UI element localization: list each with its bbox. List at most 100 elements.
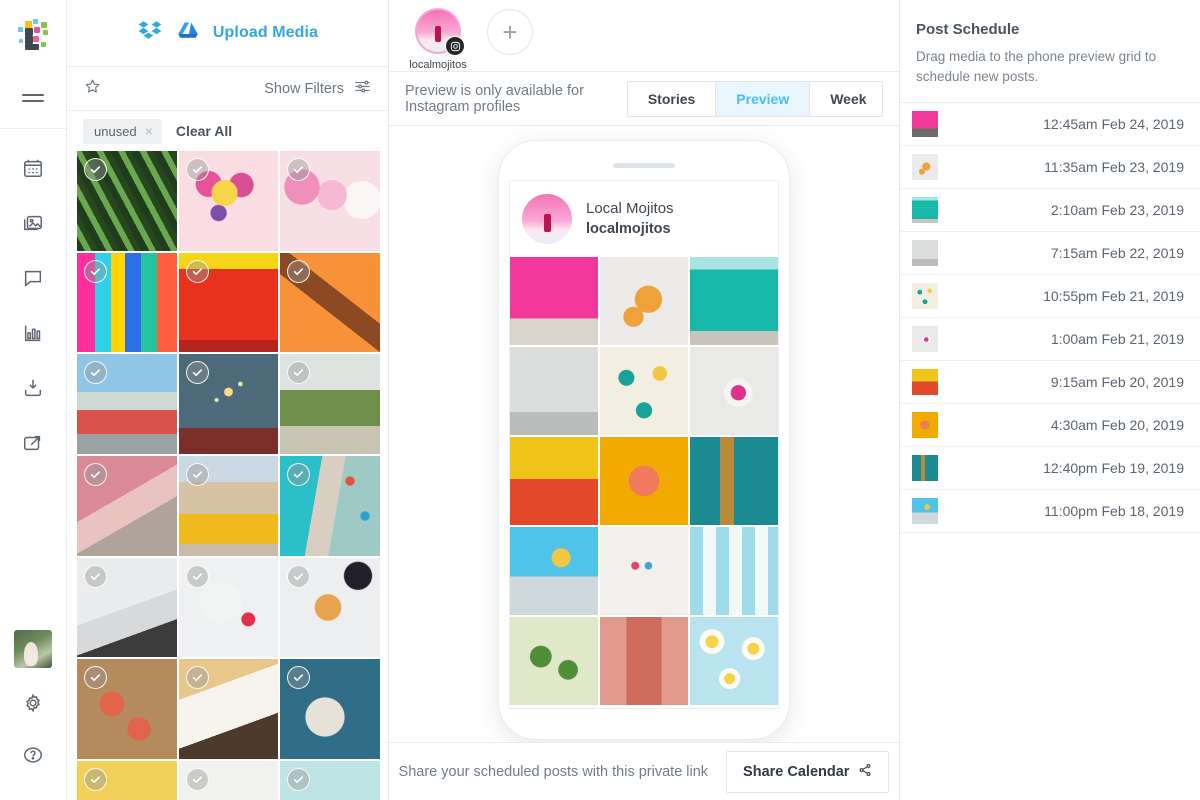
preview-grid-cell[interactable] (600, 617, 688, 705)
selected-check-icon[interactable] (185, 666, 209, 690)
schedule-row[interactable]: 2:10am Feb 23, 2019 (900, 189, 1200, 233)
tab-week[interactable]: Week (810, 81, 882, 116)
schedule-thumbnail[interactable] (912, 326, 938, 353)
media-thumbnail[interactable] (280, 557, 380, 658)
schedule-thumbnail[interactable] (912, 455, 938, 482)
menu-toggle-button[interactable] (0, 67, 66, 129)
media-thumbnail[interactable] (178, 252, 279, 353)
media-thumbnail[interactable] (77, 456, 177, 556)
media-thumbnail[interactable] (77, 151, 177, 251)
preview-grid-cell[interactable] (510, 257, 598, 345)
papaya-on-yellow-image (600, 437, 688, 525)
google-drive-icon[interactable] (176, 19, 200, 48)
media-thumbnail[interactable] (77, 659, 177, 760)
blue-mural-room-image (510, 527, 598, 615)
media-thumbnail[interactable] (77, 354, 177, 455)
sidebar-item-calendar[interactable] (16, 151, 50, 185)
media-thumbnail[interactable] (280, 761, 380, 800)
media-thumbnail[interactable] (178, 456, 279, 556)
selected-check-icon[interactable] (84, 768, 107, 792)
preview-grid-cell[interactable] (690, 257, 778, 345)
preview-grid-cell[interactable] (510, 347, 598, 435)
tab-preview[interactable]: Preview (716, 81, 811, 116)
preview-grid-cell[interactable] (510, 617, 598, 705)
media-thumbnail[interactable] (178, 151, 279, 251)
close-icon[interactable]: × (145, 124, 153, 138)
selected-check-icon[interactable] (185, 463, 209, 487)
preview-grid-cell[interactable] (510, 527, 598, 615)
schedule-row[interactable]: 12:40pm Feb 19, 2019 (900, 447, 1200, 491)
selected-check-icon[interactable] (84, 564, 107, 588)
media-thumbnail[interactable] (280, 659, 380, 760)
media-thumbnail[interactable] (280, 456, 380, 556)
selected-check-icon[interactable] (185, 361, 209, 385)
schedule-thumbnail[interactable] (912, 240, 938, 267)
sidebar-item-collect[interactable] (16, 371, 50, 405)
schedule-thumbnail[interactable] (912, 111, 938, 138)
media-thumbnail[interactable] (178, 659, 279, 760)
schedule-row[interactable]: 10:55pm Feb 21, 2019 (900, 275, 1200, 319)
app-logo[interactable] (0, 0, 66, 67)
sidebar-item-settings[interactable] (16, 686, 50, 720)
tab-stories[interactable]: Stories (627, 81, 717, 116)
filter-chip-unused[interactable]: unused × (83, 118, 162, 144)
upload-media-bar[interactable]: Upload Media (67, 0, 388, 67)
schedule-thumbnail[interactable] (912, 498, 938, 525)
selected-check-icon[interactable] (287, 259, 311, 283)
selected-check-icon[interactable] (84, 463, 107, 487)
preview-grid-cell[interactable] (600, 347, 688, 435)
preview-grid-cell[interactable] (510, 437, 598, 525)
selected-check-icon[interactable] (185, 259, 209, 283)
add-profile-button[interactable]: + (487, 9, 533, 55)
media-thumbnail[interactable] (178, 354, 279, 455)
schedule-thumbnail[interactable] (912, 412, 938, 439)
preview-grid-cell[interactable] (600, 437, 688, 525)
sidebar-item-help[interactable] (16, 738, 50, 772)
media-thumbnail[interactable] (77, 252, 177, 353)
media-thumbnail[interactable] (280, 354, 380, 455)
sidebar-item-media[interactable] (16, 206, 50, 240)
selected-check-icon[interactable] (84, 158, 107, 181)
clear-all-button[interactable]: Clear All (176, 123, 232, 139)
sliders-icon[interactable] (353, 77, 372, 101)
preview-grid-cell[interactable] (600, 257, 688, 345)
media-thumbnail[interactable] (178, 557, 279, 658)
share-calendar-button[interactable]: Share Calendar (726, 750, 890, 793)
selected-check-icon[interactable] (84, 259, 107, 283)
dropbox-icon[interactable] (137, 18, 163, 49)
schedule-row[interactable]: 11:35am Feb 23, 2019 (900, 146, 1200, 190)
schedule-thumbnail[interactable] (912, 197, 938, 224)
preview-grid-cell[interactable] (690, 617, 778, 705)
schedule-thumbnail[interactable] (912, 369, 938, 396)
preview-grid-cell[interactable] (690, 527, 778, 615)
preview-grid-cell[interactable] (690, 437, 778, 525)
schedule-row[interactable]: 11:00pm Feb 18, 2019 (900, 490, 1200, 534)
media-thumbnail[interactable] (77, 761, 177, 800)
selected-check-icon[interactable] (185, 564, 209, 588)
sidebar-item-linkin-bio[interactable] (16, 426, 50, 460)
schedule-row[interactable]: 1:00am Feb 21, 2019 (900, 318, 1200, 362)
selected-check-icon[interactable] (185, 158, 209, 181)
media-thumbnail[interactable] (178, 761, 279, 800)
schedule-row[interactable]: 7:15am Feb 22, 2019 (900, 232, 1200, 276)
preview-grid-cell[interactable] (600, 527, 688, 615)
preview-grid-cell[interactable] (690, 347, 778, 435)
selected-check-icon[interactable] (287, 564, 311, 588)
schedule-row[interactable]: 12:45am Feb 24, 2019 (900, 103, 1200, 147)
schedule-row[interactable]: 9:15am Feb 20, 2019 (900, 361, 1200, 405)
later-logo-icon (16, 17, 50, 51)
show-filters-label[interactable]: Show Filters (264, 81, 344, 97)
schedule-row[interactable]: 4:30am Feb 20, 2019 (900, 404, 1200, 448)
media-thumbnail[interactable] (280, 151, 380, 251)
media-thumbnail[interactable] (280, 252, 380, 353)
sidebar-item-analytics[interactable] (16, 316, 50, 350)
sidebar-item-conversations[interactable] (16, 261, 50, 295)
profile-chip-localmojitos[interactable]: localmojitos (405, 8, 471, 71)
star-icon[interactable] (83, 77, 102, 101)
doodle-bicycle-wall-image (600, 347, 688, 435)
schedule-thumbnail[interactable] (912, 283, 938, 310)
schedule-thumbnail[interactable] (912, 154, 938, 181)
selected-check-icon[interactable] (185, 768, 209, 792)
media-thumbnail[interactable] (77, 557, 177, 658)
user-avatar[interactable] (14, 630, 52, 668)
